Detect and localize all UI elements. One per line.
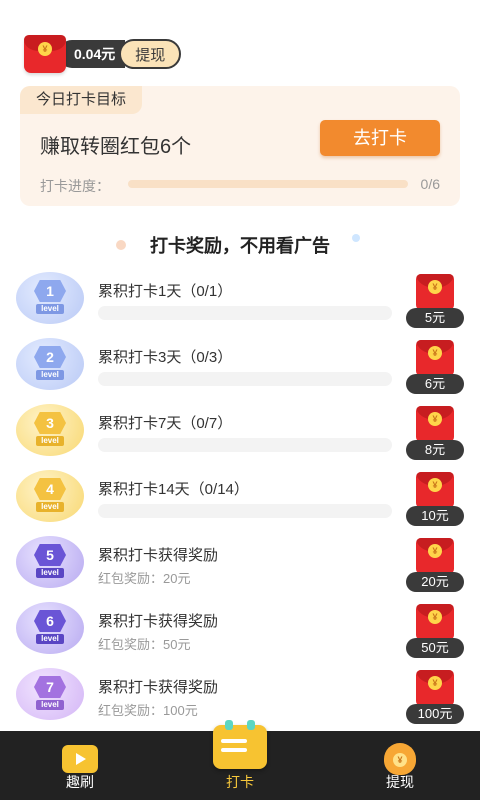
check-in-button[interactable]: 去打卡 [320,120,440,156]
tv-icon [62,745,98,773]
level-number: 1 [34,280,66,302]
bottom-nav: 趣刷 打卡 提现 [0,720,480,800]
red-packet-icon: ¥ [416,340,454,376]
nav-item-qushua[interactable]: 趣刷 [0,731,160,800]
nav-label: 打卡 [226,774,254,790]
section-heading: 打卡奖励，不用看广告 [150,236,330,256]
reward-amount: 8元 [406,440,464,460]
reward-amount: 10元 [406,506,464,526]
coin-icon: ¥ [428,610,442,624]
withdraw-button[interactable]: 提现 [119,39,182,69]
progress-count: 0/6 [420,176,440,192]
level-text: level [36,370,64,380]
reward-row[interactable]: 1 level 累积打卡1天（0/1） ¥ 5元 [0,266,480,332]
level-badge-icon: 7 level [16,668,84,720]
level-badge-icon: 2 level [16,338,84,390]
reward-row[interactable]: 6 level 累积打卡获得奖励 红包奖励：50元 ¥ 50元 [0,596,480,662]
coin-icon: ¥ [38,42,52,56]
level-badge-icon: 5 level [16,536,84,588]
reward-row[interactable]: 5 level 累积打卡获得奖励 红包奖励：20元 ¥ 20元 [0,530,480,596]
red-packet-icon: ¥ [416,604,454,640]
reward-amount: 5元 [406,308,464,328]
reward-packet[interactable]: ¥ 8元 [406,406,464,460]
reward-progress-track [98,306,392,320]
level-text: level [36,568,64,578]
reward-row[interactable]: 3 level 累积打卡7天（0/7） ¥ 8元 [0,398,480,464]
reward-row[interactable]: 7 level 累积打卡获得奖励 红包奖励：100元 ¥ 100元 [0,662,480,728]
reward-amount: 20元 [406,572,464,592]
level-badge-icon: 1 level [16,272,84,324]
reward-title: 累积打卡获得奖励 [98,613,219,630]
red-packet-icon: ¥ [416,472,454,508]
red-packet-icon: ¥ [416,538,454,574]
red-packet-icon: ¥ [416,274,454,310]
level-text: level [36,700,64,710]
reward-title: 累积打卡获得奖励 [98,679,219,696]
reward-packet[interactable]: ¥ 6元 [406,340,464,394]
header: ¥ 0.04元 提现 [24,34,182,74]
nav-item-withdraw[interactable]: 提现 [320,731,480,800]
level-text: level [36,502,64,512]
daily-goal-card: 今日打卡目标 赚取转圈红包6个 去打卡 打卡进度： 0/6 [20,86,460,206]
money-bag-icon [384,743,416,775]
level-number: 4 [34,478,66,500]
reward-title: 累积打卡7天（0/7） [98,415,233,432]
reward-progress-track [98,438,392,452]
reward-packet[interactable]: ¥ 100元 [406,670,464,724]
level-badge-icon: 6 level [16,602,84,654]
coin-icon: ¥ [428,478,442,492]
decor-dot [352,234,360,242]
reward-title: 累积打卡14天（0/14） [98,481,249,498]
reward-progress-track [98,372,392,386]
coin-icon: ¥ [428,280,442,294]
reward-title: 累积打卡3天（0/3） [98,349,233,366]
reward-subtitle: 红包奖励：20元 [98,571,191,586]
reward-list: 1 level 累积打卡1天（0/1） ¥ 5元 2 level 累积打卡3天（… [0,266,480,728]
progress-label: 打卡进度： [40,178,110,194]
goal-tag: 今日打卡目标 [20,86,143,114]
level-number: 7 [34,676,66,698]
reward-packet[interactable]: ¥ 20元 [406,538,464,592]
reward-subtitle: 红包奖励：50元 [98,637,191,652]
nav-label: 趣刷 [66,774,94,790]
coin-icon: ¥ [428,544,442,558]
reward-amount: 50元 [406,638,464,658]
balance-display: 0.04元 [58,40,126,68]
red-packet-icon: ¥ [24,35,66,73]
coin-icon: ¥ [428,346,442,360]
red-packet-icon: ¥ [416,670,454,706]
reward-packet[interactable]: ¥ 10元 [406,472,464,526]
reward-subtitle: 红包奖励：100元 [98,703,198,718]
nav-item-daka[interactable]: 打卡 [160,720,320,800]
red-packet-icon: ¥ [416,406,454,442]
goal-text: 赚取转圈红包6个 [40,136,192,158]
reward-packet[interactable]: ¥ 50元 [406,604,464,658]
reward-packet[interactable]: ¥ 5元 [406,274,464,328]
reward-amount: 6元 [406,374,464,394]
reward-progress-track [98,504,392,518]
level-badge-icon: 3 level [16,404,84,456]
level-text: level [36,304,64,314]
coin-icon: ¥ [428,412,442,426]
reward-title: 累积打卡1天（0/1） [98,283,233,300]
level-number: 5 [34,544,66,566]
level-number: 2 [34,346,66,368]
reward-row[interactable]: 2 level 累积打卡3天（0/3） ¥ 6元 [0,332,480,398]
level-badge-icon: 4 level [16,470,84,522]
progress-bar [128,180,408,188]
level-number: 6 [34,610,66,632]
calendar-icon [213,720,267,769]
coin-icon: ¥ [428,676,442,690]
level-text: level [36,436,64,446]
level-text: level [36,634,64,644]
reward-amount: 100元 [406,704,464,724]
level-number: 3 [34,412,66,434]
reward-row[interactable]: 4 level 累积打卡14天（0/14） ¥ 10元 [0,464,480,530]
reward-title: 累积打卡获得奖励 [98,547,219,564]
nav-label: 提现 [386,774,414,790]
